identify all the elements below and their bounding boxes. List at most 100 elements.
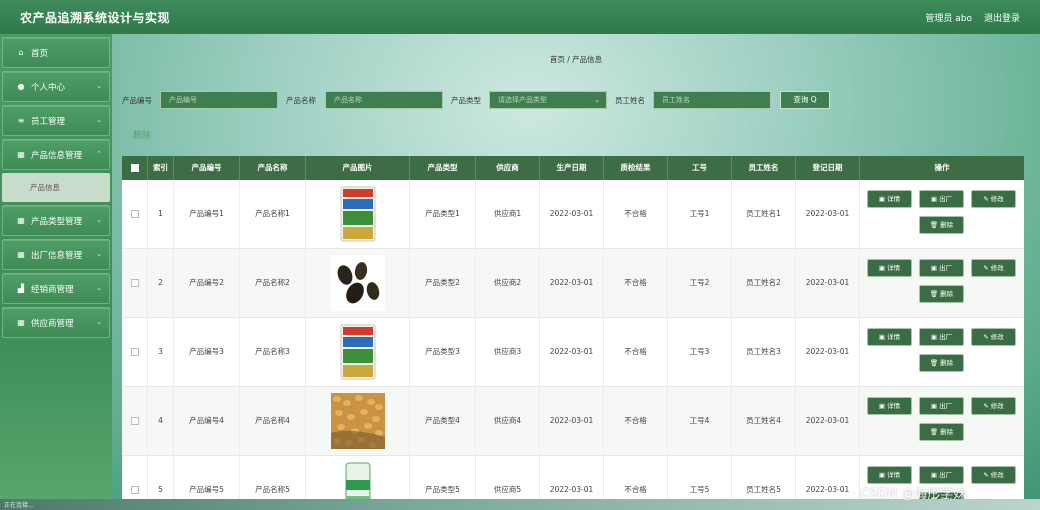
factory-out-button[interactable]: ▣ 出厂	[919, 397, 964, 415]
product-image[interactable]	[331, 186, 385, 242]
cell-index: 4	[148, 387, 174, 455]
sidebar-item-staff[interactable]: ≡ 员工管理 ⌄	[2, 105, 110, 136]
cell-reg: 2022-03-01	[796, 387, 860, 455]
sidebar-item-label: 经销商管理	[31, 284, 74, 295]
cell-actions: ▣ 详情 ▣ 出厂 ✎ 修改 🗑 删除	[860, 249, 1024, 317]
detail-button[interactable]: ▣ 详情	[867, 328, 912, 346]
logout-link[interactable]: 退出登录	[984, 11, 1020, 24]
cell-actions: ▣ 详情 ▣ 出厂 ✎ 修改 🗑 删除	[860, 180, 1024, 248]
batch-delete-button[interactable]: 删除	[133, 128, 151, 141]
factory-out-button[interactable]: ▣ 出厂	[919, 328, 964, 346]
select-all-cell	[122, 156, 148, 180]
column-header: 操作	[934, 163, 950, 172]
column-header: 索引	[148, 156, 174, 180]
sidebar-item-factory[interactable]: ▦ 出厂信息管理 ⌄	[2, 239, 110, 270]
table-row: 3 产品编号3 产品名称3 产品类型3 供应商3 2022-03-01 不合格 工号3 员工姓名…	[122, 318, 1024, 387]
edit-button[interactable]: ✎ 修改	[971, 190, 1016, 208]
cell-image	[306, 387, 410, 455]
factory-out-button[interactable]: ▣ 出厂	[919, 466, 964, 484]
detail-button[interactable]: ▣ 详情	[867, 466, 912, 484]
chevron-down-icon: ⌄	[96, 250, 102, 258]
table-header: 索引 产品编号 产品名称 产品图片 产品类型 供应商 生产日期 质检结果 工号 …	[122, 156, 1024, 180]
user-label[interactable]: 管理员 abo	[925, 11, 972, 24]
sidebar-item-dealer[interactable]: ▟ 经销商管理 ⌄	[2, 273, 110, 304]
sidebar-item-product-type[interactable]: ▦ 产品类型管理 ⌄	[2, 205, 110, 236]
row-checkbox[interactable]	[130, 486, 139, 494]
edit-button[interactable]: ✎ 修改	[971, 397, 1016, 415]
row-checkbox[interactable]	[130, 348, 139, 356]
sidebar-item-supplier[interactable]: ▦ 供应商管理 ⌄	[2, 307, 110, 338]
cell-job: 工号1	[668, 180, 732, 248]
cell-type: 产品类型1	[410, 180, 476, 248]
row-checkbox[interactable]	[130, 417, 139, 425]
sidebar-item-personal[interactable]: ● 个人中心 ⌄	[2, 71, 110, 102]
detail-button[interactable]: ▣ 详情	[867, 190, 912, 208]
employee-name-input[interactable]: 员工姓名	[653, 91, 771, 109]
grid-icon: ▦	[17, 250, 25, 259]
pencil-icon: ✎	[983, 471, 989, 479]
search-label-code: 产品编号	[122, 96, 152, 105]
cell-type: 产品类型3	[410, 318, 476, 386]
trash-icon: 🗑	[929, 221, 939, 229]
header-actions: 管理员 abo 退出登录	[925, 11, 1020, 24]
breadcrumb: 首页 / 产品信息	[549, 55, 603, 64]
cell-code: 产品编号2	[174, 249, 240, 317]
doc-icon: ▣	[878, 264, 886, 272]
detail-button[interactable]: ▣ 详情	[867, 397, 912, 415]
cell-image	[306, 318, 410, 386]
sidebar-item-label: 供应商管理	[31, 318, 74, 329]
delete-button[interactable]: 🗑 删除	[919, 216, 964, 234]
doc-icon: ▣	[878, 333, 886, 341]
doc-icon: ▣	[878, 402, 886, 410]
cell-name: 产品名称4	[240, 387, 306, 455]
pencil-icon: ✎	[983, 333, 989, 341]
product-name-input[interactable]: 产品名称	[325, 91, 443, 109]
sidebar-item-product-info[interactable]: ▦ 产品信息管理 ⌃	[2, 139, 110, 170]
cell-reg: 2022-03-01	[796, 249, 860, 317]
column-header: 产品编号	[174, 156, 240, 180]
cell-supplier: 供应商1	[476, 180, 540, 248]
column-header: 供应商	[476, 156, 540, 180]
row-select-cell	[122, 387, 148, 455]
cell-reg: 2022-03-01	[796, 180, 860, 248]
product-image[interactable]	[331, 255, 385, 311]
detail-button[interactable]: ▣ 详情	[867, 259, 912, 277]
cell-type: 产品类型2	[410, 249, 476, 317]
search-button[interactable]: 查询 Q	[780, 91, 830, 109]
home-icon: ⌂	[18, 48, 24, 57]
sidebar-item-label: 员工管理	[31, 116, 66, 127]
search-label-name: 产品名称	[286, 96, 316, 105]
sidebar-subitem-product-info[interactable]: 产品信息	[2, 173, 110, 202]
factory-out-button[interactable]: ▣ 出厂	[919, 190, 964, 208]
row-checkbox[interactable]	[130, 210, 139, 218]
cell-actions: ▣ 详情 ▣ 出厂 ✎ 修改 🗑 删除	[860, 318, 1024, 386]
edit-button[interactable]: ✎ 修改	[971, 259, 1016, 277]
cell-date: 2022-03-01	[540, 249, 604, 317]
edit-button[interactable]: ✎ 修改	[971, 328, 1016, 346]
row-checkbox[interactable]	[130, 279, 139, 287]
table-row: 4 产品编号4 产品名称4 产品类型4 供应商4 2022-03-01 不合格 工号4 员工姓名…	[122, 387, 1024, 456]
cell-supplier: 供应商4	[476, 387, 540, 455]
product-image[interactable]	[331, 393, 385, 449]
delete-button[interactable]: 🗑 删除	[919, 423, 964, 441]
cell-name: 产品名称3	[240, 318, 306, 386]
cell-emp: 员工姓名1	[732, 180, 796, 248]
cell-emp: 员工姓名3	[732, 318, 796, 386]
cell-job: 工号3	[668, 318, 732, 386]
chevron-down-icon: ⌄	[96, 216, 102, 224]
product-code-input[interactable]: 产品编号	[160, 91, 278, 109]
sidebar-item-home[interactable]: ⌂ 首页	[2, 37, 110, 68]
search-label-emp: 员工姓名	[615, 96, 645, 105]
factory-out-button[interactable]: ▣ 出厂	[919, 259, 964, 277]
column-header: 工号	[668, 156, 732, 180]
delete-button[interactable]: 🗑 删除	[919, 354, 964, 372]
edit-button[interactable]: ✎ 修改	[971, 466, 1016, 484]
cell-code: 产品编号4	[174, 387, 240, 455]
select-all-checkbox[interactable]	[130, 164, 139, 172]
cell-code: 产品编号3	[174, 318, 240, 386]
main-content: 首页 / 产品信息 产品编号 产品编号 产品名称 产品名称 产品类型 请选择产品…	[112, 34, 1040, 510]
product-type-select[interactable]: 请选择产品类型 ⌄	[489, 91, 607, 109]
cell-index: 1	[148, 180, 174, 248]
delete-button[interactable]: 🗑 删除	[919, 285, 964, 303]
product-image[interactable]	[331, 324, 385, 380]
